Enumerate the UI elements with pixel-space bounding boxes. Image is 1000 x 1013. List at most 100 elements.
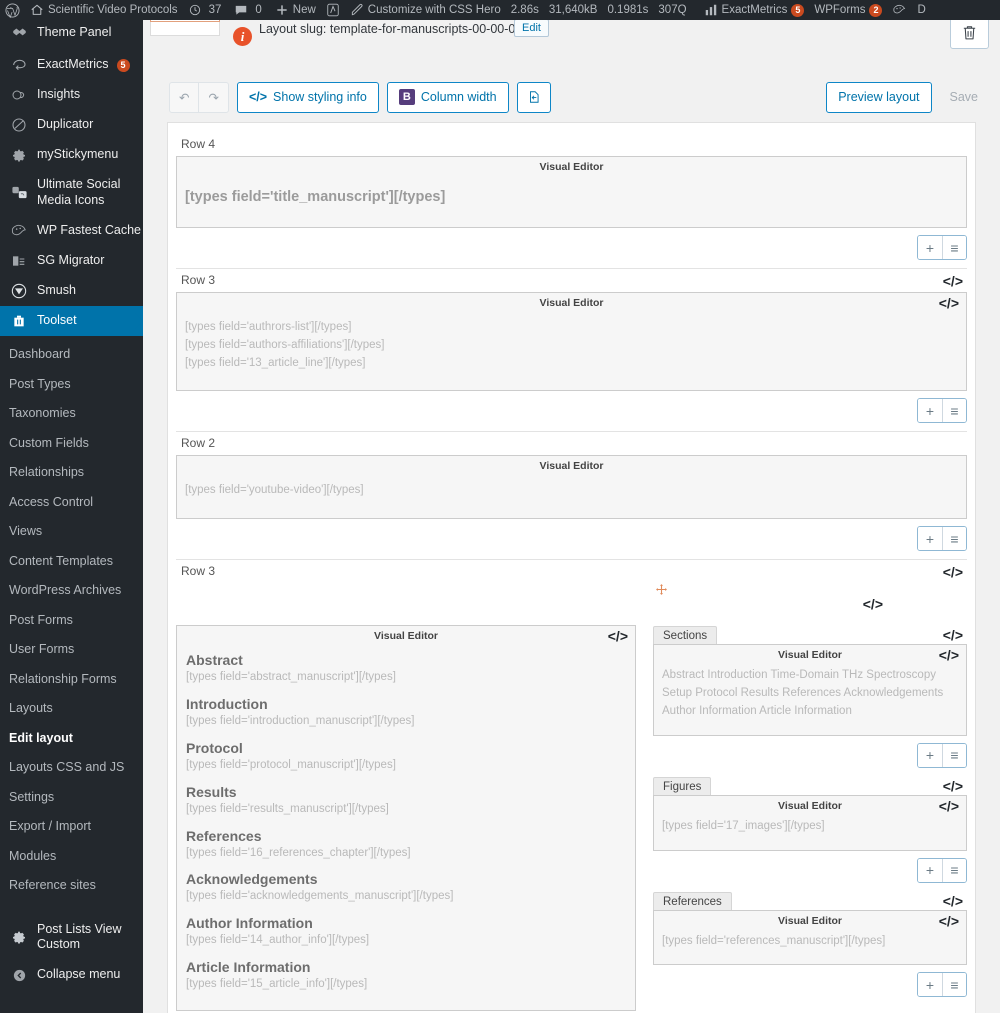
add-cell-button[interactable]: + xyxy=(918,973,942,997)
row-code-icon[interactable]: </> xyxy=(943,274,963,288)
add-cell-button[interactable]: + xyxy=(918,743,942,767)
sidebar-item-sg-migrator[interactable]: SG Migrator xyxy=(0,246,143,276)
left-column-cell[interactable]: Visual Editor </> Abstract [types field=… xyxy=(176,625,636,1011)
adminbar-new-content[interactable]: New xyxy=(270,0,321,20)
sidebar-item-smush[interactable]: Smush xyxy=(0,276,143,306)
show-styling-info-button[interactable]: </> Show styling info xyxy=(236,81,379,113)
sidebar-item-exactmetrics[interactable]: ExactMetrics 5 xyxy=(0,50,143,80)
cell-group-code-icon[interactable]: </> xyxy=(863,597,883,611)
sidebar-item-post-lists-view-custom[interactable]: Post Lists View Custom xyxy=(0,915,143,960)
cell-code-icon[interactable]: </> xyxy=(608,629,628,643)
row-menu-button[interactable]: ≡ xyxy=(942,527,966,551)
sidebar-item-ultimate-social-media-icons[interactable]: Ultimate Social Media Icons xyxy=(0,170,143,215)
adminbar-comments[interactable]: 0 xyxy=(229,0,269,20)
adminbar-wpforms-label: WPForms xyxy=(814,4,866,16)
sidebar-subitem-settings[interactable]: Settings xyxy=(0,783,143,813)
export-layout-button[interactable] xyxy=(516,81,551,113)
shortcode-17-images: [types field='17_images'][/types] xyxy=(662,819,825,832)
cell-tab-references[interactable]: References xyxy=(653,891,732,911)
preview-layout-button[interactable]: Preview layout xyxy=(826,81,932,113)
add-cell-button[interactable]: + xyxy=(918,236,942,259)
cell-action-group: + ≡ xyxy=(917,857,967,883)
sidebar-item-insights[interactable]: Insights xyxy=(0,80,143,110)
cell-tab-sections[interactable]: Sections xyxy=(653,626,718,646)
row-code-icon[interactable]: </> xyxy=(943,565,963,579)
row-3-content-header: Row 3 </> xyxy=(176,560,967,583)
sidebar-subitem-relationship-forms[interactable]: Relationship Forms xyxy=(0,665,143,695)
cell-code-icon[interactable]: </> xyxy=(939,799,959,813)
info-icon[interactable]: i xyxy=(233,27,252,46)
cell-code-icon[interactable]: </> xyxy=(939,648,959,662)
cell-code-icon[interactable]: </> xyxy=(939,296,959,310)
cell-code-icon[interactable]: </> xyxy=(939,914,959,928)
adminbar-css-hero[interactable]: Customize with CSS Hero xyxy=(345,0,506,20)
sidebar-subitem-custom-fields[interactable]: Custom Fields xyxy=(0,429,143,459)
sidebar-item-wp-fastest-cache[interactable]: WP Fastest Cache xyxy=(0,215,143,246)
trash-icon[interactable] xyxy=(950,20,989,49)
sidebar-subitem-edit-layout[interactable]: Edit layout xyxy=(0,724,143,754)
sidebar-subitem-layouts-css-and-js[interactable]: Layouts CSS and JS xyxy=(0,753,143,783)
adminbar-yoast-seo[interactable] xyxy=(321,0,345,20)
figures-tab-code-icon[interactable]: </> xyxy=(943,779,963,793)
adminbar-exactmetrics-badge: 5 xyxy=(791,3,805,17)
add-cell-button[interactable]: + xyxy=(918,527,942,551)
row-2-cell[interactable]: Visual Editor [types field='youtube-vide… xyxy=(176,455,967,520)
sidebar-subitem-post-types[interactable]: Post Types xyxy=(0,370,143,400)
sidebar-item-toolset[interactable]: Toolset xyxy=(0,306,143,337)
add-cell-button[interactable]: + xyxy=(918,858,942,882)
sections-tab-code-icon[interactable]: </> xyxy=(943,628,963,642)
sidebar-subitem-content-templates[interactable]: Content Templates xyxy=(0,547,143,577)
move-icon[interactable] xyxy=(655,583,668,598)
undo-button[interactable]: ↶ xyxy=(169,81,200,113)
sidebar-item-collapse-menu[interactable]: Collapse menu xyxy=(0,960,143,990)
references-tab-code-icon[interactable]: </> xyxy=(943,894,963,908)
adminbar-exactmetrics[interactable]: ExactMetrics 5 xyxy=(692,0,810,20)
sidebar-subitem-wordpress-archives[interactable]: WordPress Archives xyxy=(0,576,143,606)
adminbar-updates[interactable]: 37 xyxy=(183,0,230,20)
redo-button[interactable]: ↷ xyxy=(198,81,229,113)
cheetah-icon xyxy=(892,3,907,18)
sidebar-subitem-user-forms[interactable]: User Forms xyxy=(0,635,143,665)
sidebar-subitem-dashboard[interactable]: Dashboard xyxy=(0,340,143,370)
sidebar-subitem-reference-sites[interactable]: Reference sites xyxy=(0,871,143,901)
row-3-authors-cell[interactable]: Visual Editor </> [types field='authrors… xyxy=(176,292,967,392)
add-cell-button[interactable]: + xyxy=(918,399,942,423)
row-4-cell[interactable]: Visual Editor [types field='title_manusc… xyxy=(176,156,967,228)
adminbar-wp-fastest-cache[interactable] xyxy=(887,0,912,20)
column-width-button[interactable]: B Column width xyxy=(386,81,509,113)
references-cell[interactable]: Visual Editor </> [types field='referenc… xyxy=(653,909,967,966)
sidebar-subitem-views[interactable]: Views xyxy=(0,517,143,547)
save-button[interactable]: Save xyxy=(938,82,991,113)
row-menu-button[interactable]: ≡ xyxy=(942,399,966,423)
adminbar-duplicator[interactable]: D xyxy=(912,0,930,20)
sidebar-subitem-layouts[interactable]: Layouts xyxy=(0,694,143,724)
sidebar-subitem-access-control[interactable]: Access Control xyxy=(0,488,143,518)
adminbar-wpforms[interactable]: WPForms 2 xyxy=(809,0,887,20)
cell-menu-button[interactable]: ≡ xyxy=(942,858,966,882)
sidebar-item-theme-panel[interactable]: Theme Panel xyxy=(0,20,143,50)
sidebar-subitem-export-import[interactable]: Export / Import xyxy=(0,812,143,842)
adminbar-site-name[interactable]: Scientific Video Protocols xyxy=(25,0,183,20)
sidebar-item-mystickymenu[interactable]: myStickymenu xyxy=(0,140,143,170)
main-content: i Layout slug: template-for-manuscripts-… xyxy=(143,20,1000,1013)
sections-cell[interactable]: Visual Editor </> Abstract Introduction … xyxy=(653,644,967,736)
adminbar-wordpress-logo[interactable] xyxy=(0,0,25,20)
sidebar-subitem-relationships[interactable]: Relationships xyxy=(0,458,143,488)
edit-slug-button[interactable]: Edit xyxy=(514,20,549,37)
migrator-icon xyxy=(9,253,29,269)
section-heading-article-information: Article Information xyxy=(186,958,311,975)
sidebar-subitem-post-forms[interactable]: Post Forms xyxy=(0,606,143,636)
row-2-actions: + ≡ xyxy=(176,519,967,559)
sidebar-subitem-modules[interactable]: Modules xyxy=(0,842,143,872)
cell-menu-button[interactable]: ≡ xyxy=(942,743,966,767)
sidebar-item-duplicator[interactable]: Duplicator xyxy=(0,110,143,140)
adminbar-new-label: New xyxy=(292,4,316,16)
cell-menu-button[interactable]: ≡ xyxy=(942,973,966,997)
cell-tab-figures[interactable]: Figures xyxy=(653,776,712,796)
figures-cell[interactable]: Visual Editor </> [types field='17_image… xyxy=(653,794,967,851)
column-width-label: Column width xyxy=(420,90,497,104)
sidebar-subitem-taxonomies[interactable]: Taxonomies xyxy=(0,399,143,429)
theme-panel-icon xyxy=(9,26,29,41)
layout-title-field[interactable] xyxy=(150,20,220,36)
row-menu-button[interactable]: ≡ xyxy=(942,236,966,259)
